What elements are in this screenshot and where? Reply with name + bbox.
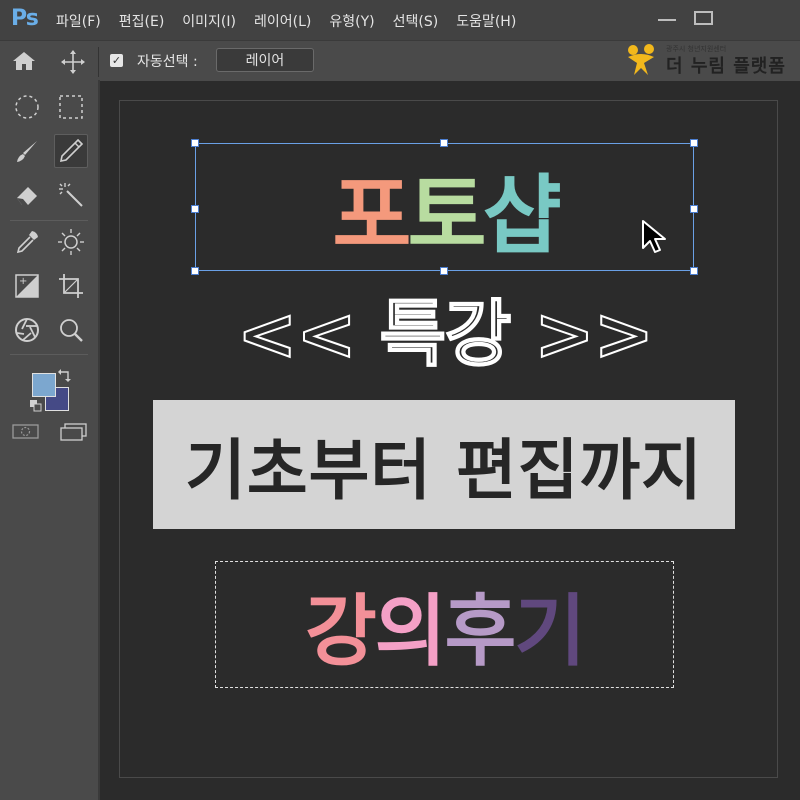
transform-handle-tr[interactable]: [690, 139, 698, 147]
screen-mode-icon[interactable]: [60, 423, 88, 441]
menu-image[interactable]: 이미지(I): [182, 11, 236, 31]
mouse-cursor-icon: [642, 220, 666, 253]
gradient-tool[interactable]: +: [10, 269, 44, 303]
toolbar-divider: [10, 354, 88, 355]
brightness-tool[interactable]: [54, 225, 88, 259]
review-text-layer[interactable]: 강 의 후 기: [215, 561, 674, 688]
brand-name: 더 누림 플랫폼: [666, 56, 786, 77]
special-lecture-text[interactable]: << 특강 >>: [230, 282, 660, 377]
swap-colors-icon[interactable]: [58, 368, 72, 382]
aperture-icon: [15, 318, 39, 342]
brand-logo-icon: [628, 44, 654, 75]
eraser-tool[interactable]: [10, 178, 44, 212]
default-colors-icon[interactable]: [30, 400, 42, 412]
menu-layer[interactable]: 레이어(L): [254, 11, 311, 31]
rect-marquee-icon: [59, 95, 83, 119]
basics-to-editing-text[interactable]: 기초부터 편집까지: [153, 400, 735, 529]
brush-icon: [17, 141, 37, 162]
review-char-4: 기: [514, 586, 586, 677]
zoom-tool[interactable]: [54, 313, 88, 347]
transform-handle-bl[interactable]: [191, 267, 199, 275]
transform-handle-br[interactable]: [690, 267, 698, 275]
transform-handle-ml[interactable]: [191, 205, 199, 213]
app-logo: Ps: [11, 6, 39, 31]
transform-handle-mr[interactable]: [690, 205, 698, 213]
ellipse-marquee-icon: [15, 95, 39, 119]
eraser-icon: [17, 187, 37, 205]
eyedropper-icon: [16, 231, 38, 254]
svg-text:+: +: [19, 276, 27, 287]
menu-select[interactable]: 선택(S): [393, 11, 439, 31]
toolbar-edge: [98, 80, 100, 800]
pencil-icon: [59, 138, 84, 163]
review-char-2: 의: [374, 586, 447, 677]
move-icon[interactable]: [60, 49, 86, 75]
review-char-3: 후: [444, 586, 517, 677]
crop-icon: [59, 274, 83, 298]
maximize-button[interactable]: [694, 11, 713, 25]
menu-bar: Ps 파일(F) 편집(E) 이미지(I) 레이어(L) 유형(Y) 선택(S)…: [0, 0, 800, 40]
foreground-color-swatch[interactable]: [32, 373, 56, 397]
menu-help[interactable]: 도움말(H): [456, 11, 516, 31]
tools-panel: +: [0, 80, 98, 800]
transform-handle-tc[interactable]: [440, 139, 448, 147]
menu-type[interactable]: 유형(Y): [329, 11, 374, 31]
auto-select-checkbox[interactable]: ✓: [110, 54, 123, 67]
menu-edit[interactable]: 편집(E): [119, 11, 165, 31]
rect-marquee-tool[interactable]: [54, 90, 88, 124]
brand-logo: 광주시 청년지원센터 더 누림 플랫폼: [624, 42, 794, 78]
eyedropper-tool[interactable]: [10, 225, 44, 259]
toolbar-divider: [10, 220, 88, 221]
review-char-1: 강: [304, 586, 377, 677]
magic-wand-tool[interactable]: [54, 178, 88, 212]
zoom-icon: [60, 319, 83, 342]
brush-tool[interactable]: [10, 134, 44, 168]
gradient-icon: +: [15, 274, 39, 298]
menu-file[interactable]: 파일(F): [56, 11, 101, 31]
magic-wand-icon: [59, 183, 83, 207]
quick-mask-icon[interactable]: [12, 423, 40, 441]
options-divider: [98, 47, 99, 77]
minimize-button[interactable]: [658, 19, 676, 21]
aperture-tool[interactable]: [10, 313, 44, 347]
home-icon[interactable]: [11, 50, 37, 72]
transform-bounding-box[interactable]: [195, 143, 694, 271]
ellipse-marquee-tool[interactable]: [10, 90, 44, 124]
main-menu: 파일(F) 편집(E) 이미지(I) 레이어(L) 유형(Y) 선택(S) 도움…: [56, 11, 534, 31]
brightness-icon: [58, 229, 84, 255]
transform-handle-tl[interactable]: [191, 139, 199, 147]
auto-select-label: 자동선택 :: [137, 54, 198, 70]
pencil-tool[interactable]: [54, 134, 88, 168]
layer-select-dropdown[interactable]: 레이어: [216, 48, 314, 72]
crop-tool[interactable]: [54, 269, 88, 303]
